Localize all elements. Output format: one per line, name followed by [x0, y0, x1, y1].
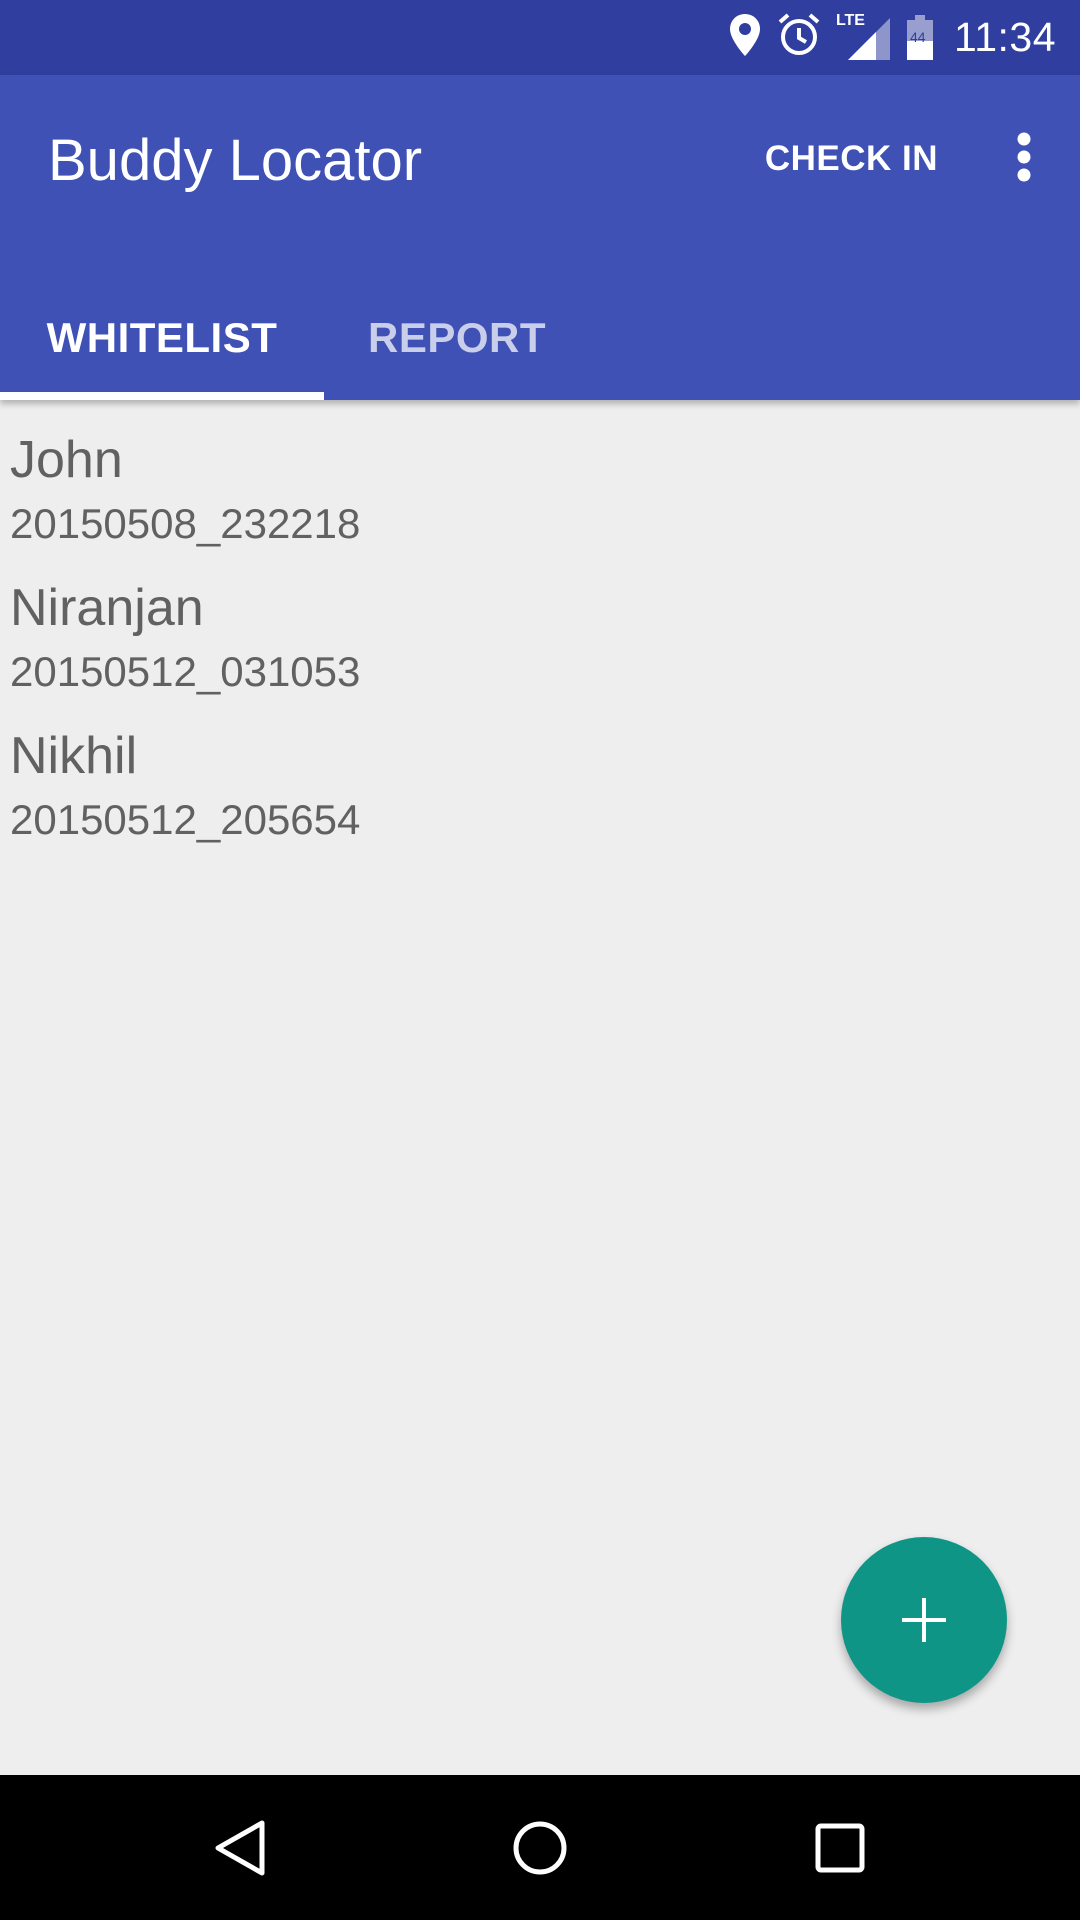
status-time: 11:34	[953, 14, 1056, 60]
tab-indicator	[0, 392, 324, 400]
item-timestamp: 20150512_031053	[10, 648, 361, 695]
app-bar: Buddy Locator CHECK IN WHITELIST REPORT	[0, 75, 1080, 400]
status-icons: LTE 44 11:34	[714, 0, 1056, 75]
back-icon	[215, 1820, 265, 1875]
screen: LTE 44 11:34 Buddy Locator CHECK IN WHIT…	[0, 0, 1080, 1920]
item-timestamp: 20150512_205654	[10, 796, 361, 843]
navigation-bar	[0, 1775, 1080, 1920]
battery-icon: 44	[906, 14, 934, 61]
tab-whitelist[interactable]: WHITELIST	[0, 275, 324, 400]
list-item[interactable]: Nikhil 20150512_205654	[0, 696, 1080, 844]
list-item[interactable]: John 20150508_232218	[0, 400, 1080, 548]
alarm-icon	[776, 12, 822, 63]
tab-report[interactable]: REPORT	[324, 275, 590, 400]
check-in-button[interactable]: CHECK IN	[765, 139, 938, 179]
battery-level: 44	[909, 28, 926, 45]
item-name: John	[10, 431, 123, 489]
plus-icon	[902, 1598, 946, 1642]
app-title: Buddy Locator	[48, 128, 423, 193]
lte-label: LTE	[835, 11, 865, 29]
item-name: Nikhil	[10, 727, 138, 785]
location-icon	[728, 12, 762, 63]
back-button[interactable]	[170, 1775, 310, 1920]
lte-signal-icon: LTE	[835, 11, 892, 62]
home-button[interactable]	[470, 1775, 610, 1920]
more-vert-icon	[1017, 132, 1031, 182]
recents-icon	[815, 1823, 865, 1872]
list-item[interactable]: Niranjan 20150512_031053	[0, 548, 1080, 696]
add-buddy-fab[interactable]	[841, 1537, 1007, 1703]
tab-bar: WHITELIST REPORT	[0, 275, 1080, 400]
whitelist-list: John 20150508_232218 Niranjan 20150512_0…	[0, 400, 1080, 844]
recents-button[interactable]	[770, 1775, 910, 1920]
item-timestamp: 20150508_232218	[10, 500, 361, 547]
home-icon	[513, 1821, 567, 1874]
overflow-menu-button[interactable]	[992, 125, 1056, 189]
status-bar: LTE 44 11:34	[0, 0, 1080, 75]
item-name: Niranjan	[10, 579, 204, 637]
